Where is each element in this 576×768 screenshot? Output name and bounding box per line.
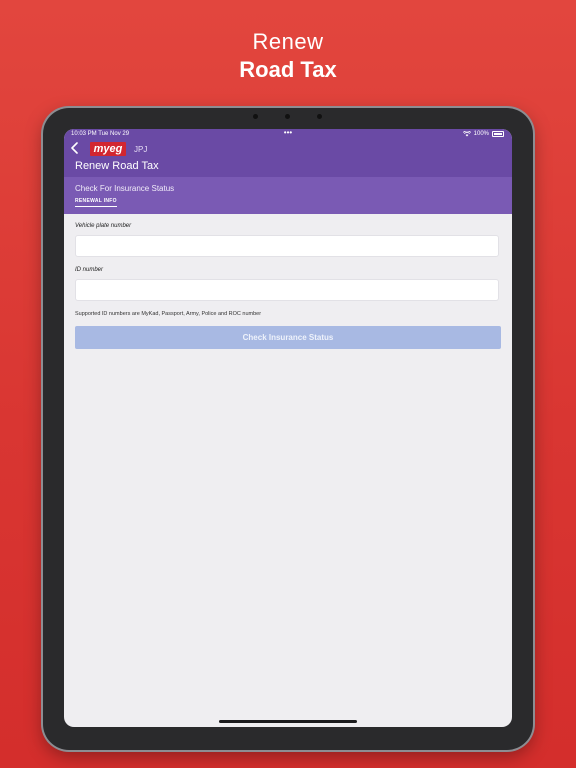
camera-bar bbox=[253, 114, 323, 120]
sensor-icon bbox=[253, 114, 258, 119]
chevron-left-icon bbox=[71, 142, 78, 154]
back-button[interactable] bbox=[68, 141, 82, 157]
supported-id-hint: Supported ID numbers are MyKad, Passport… bbox=[75, 311, 262, 317]
page-title: Renew Road Tax bbox=[75, 160, 159, 172]
section-header: Check For Insurance Status RENEWAL INFO bbox=[64, 177, 512, 214]
wifi-icon bbox=[462, 131, 471, 137]
headline-line-1: Renew bbox=[252, 29, 324, 54]
battery-icon bbox=[492, 131, 504, 137]
app-screen: 10:03 PM Tue Nov 29 ••• 100% myeg JPJ Re… bbox=[64, 129, 512, 727]
agency-label: JPJ bbox=[134, 145, 148, 154]
status-time: 10:03 PM Tue Nov 29 bbox=[71, 131, 130, 137]
tab-renewal-info[interactable]: RENEWAL INFO bbox=[75, 198, 117, 207]
id-number-input[interactable] bbox=[75, 279, 499, 301]
headline-line-2: Road Tax bbox=[239, 57, 337, 82]
check-insurance-status-button[interactable]: Check Insurance Status bbox=[75, 326, 501, 349]
tablet-frame: 10:03 PM Tue Nov 29 ••• 100% myeg JPJ Re… bbox=[43, 108, 533, 750]
home-indicator[interactable] bbox=[219, 720, 357, 723]
marketing-headline: Renew Road Tax bbox=[0, 28, 576, 84]
camera-icon bbox=[285, 114, 290, 119]
app-bar: myeg JPJ Renew Road Tax bbox=[64, 139, 512, 177]
sensor-icon bbox=[317, 114, 322, 119]
status-bar: 10:03 PM Tue Nov 29 ••• 100% bbox=[64, 129, 512, 139]
plate-number-label: Vehicle plate number bbox=[75, 223, 132, 229]
myeg-logo: myeg bbox=[90, 142, 126, 156]
multitask-dots-icon: ••• bbox=[283, 129, 293, 137]
plate-number-input[interactable] bbox=[75, 235, 499, 257]
marketing-canvas: Renew Road Tax 10:03 PM Tue Nov 29 ••• 1… bbox=[0, 0, 576, 768]
id-number-label: ID number bbox=[75, 267, 104, 273]
insurance-form: Vehicle plate number ID number Supported… bbox=[64, 214, 512, 349]
section-heading: Check For Insurance Status bbox=[75, 184, 175, 193]
status-right: 100% bbox=[462, 131, 504, 137]
battery-percent: 100% bbox=[473, 131, 489, 137]
